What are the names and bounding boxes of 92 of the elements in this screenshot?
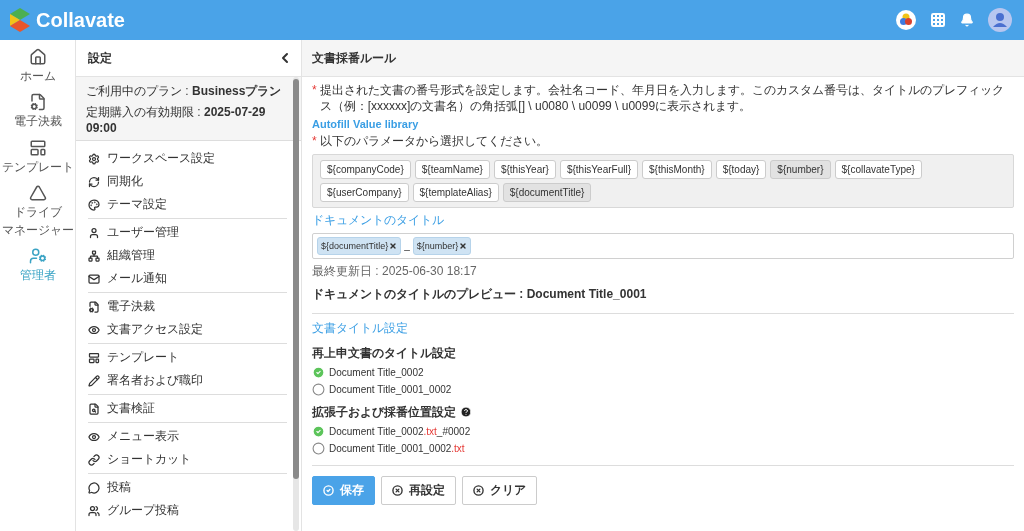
radio-unchecked-icon[interactable] [312,382,325,396]
menu-item[interactable]: グループ投稿 [88,499,287,522]
menu-item[interactable]: 文書検証 [88,397,287,420]
required-mark: * [312,134,317,150]
nav-item[interactable]: ドライブ マネージャー [1,184,74,237]
scrollbar[interactable] [293,77,299,531]
file-gear-icon [88,300,100,313]
radio-option[interactable]: Document Title_0002.txt_#0002 [312,424,1014,438]
menu-item[interactable]: メール通知 [88,267,287,290]
notice-text: 提出された文書の番号形式を設定します。会社名コード、年月日を入力します。このカスタム番号は、タイトルのプレフィックス（例：[xxxxxx]の文書名）の角括弧[] \ u0080 \ u0099 \ u0099に表示されます。 [319,83,1005,115]
eye-icon [88,323,100,336]
section-title: Autofill Value library [312,118,420,131]
updated-text: 最終更新日 : 2025-06-30 18:17 [312,262,478,280]
home-icon [28,48,47,66]
x-circle-icon [392,484,403,496]
speech-bubble-icon [88,481,100,494]
template-icon [28,138,47,157]
file-gear-icon [28,93,47,112]
user-gear-icon [28,246,47,265]
remove-icon[interactable] [459,241,468,250]
menu-item[interactable]: ショートカット [88,448,287,471]
action-button[interactable]: 再設定 [381,475,456,505]
apps-grid-icon[interactable] [930,12,946,28]
required-mark: * [312,83,317,99]
radio-checked-icon[interactable] [312,424,325,438]
menu-item[interactable]: 電子決裁 [88,295,287,318]
mail-icon [88,272,100,285]
app-logo-icon[interactable] [896,10,916,30]
nav-item[interactable]: 電子決裁 [13,93,62,129]
section-title: 文書タイトル設定 [312,319,409,337]
parameter-chip[interactable]: ${documentTitle} [502,182,592,202]
preview-text: ドキュメントのタイトルのプレビュー : Document Title_0001 [312,285,648,303]
group-title: 拡張子および採番位置設定 [312,403,456,421]
pencil-icon [88,374,100,387]
brand-name: Collavate [36,8,125,32]
hint-text: 以下のパラメータから選択してください。 [319,134,548,150]
field-label: ドキュメントのタイトル [312,211,445,229]
menu-item[interactable]: 同期化 [88,170,287,193]
menu-item[interactable]: 組織管理 [88,244,287,267]
bell-icon[interactable] [960,13,974,27]
help-icon[interactable] [460,406,472,419]
parameter-chip[interactable]: ${companyCode} [320,159,411,179]
users-icon [88,504,100,517]
sidebar-title: 設定 [88,49,112,67]
logo-icon [8,7,32,33]
parameter-chip[interactable]: ${templateAlias} [412,182,499,202]
group-title: 再上申文書のタイトル設定 [312,344,456,362]
triangle-icon [28,184,47,203]
menu-item[interactable]: ワークスペース設定 [88,147,287,170]
file-search-icon [88,402,100,415]
parameter-chip[interactable]: ${number} [770,159,831,179]
settings-icon [88,152,100,165]
parameter-chip[interactable]: ${teamName} [414,159,490,179]
parameter-chip[interactable]: ${thisYearFull} [559,159,639,179]
parameter-chip[interactable]: ${userCompany} [320,182,409,202]
title-input-field[interactable]: ${documentTitle} _ ${number} [312,232,1014,259]
expiry-text: 定期購入の有効期限 : 2025-07-29 09:00 [86,104,267,135]
menu-item[interactable]: 署名者および職印 [88,369,287,392]
menu-item[interactable]: ユーザー管理 [88,221,287,244]
eye-icon [88,430,100,443]
token-tag[interactable]: ${documentTitle} [317,236,402,255]
remove-icon[interactable] [389,241,398,250]
sync-icon [88,175,100,188]
link-icon [88,453,100,466]
menu-item[interactable]: メニュー表示 [88,425,287,448]
menu-item[interactable]: 文書アクセス設定 [88,318,287,341]
parameter-chip[interactable]: ${thisYear} [493,159,556,179]
radio-unchecked-icon[interactable] [312,441,325,455]
check-circle-icon [323,484,334,496]
parameter-chip[interactable]: ${thisMonth} [642,159,712,179]
menu-item[interactable]: 投稿 [88,476,287,499]
radio-checked-icon[interactable] [312,365,325,379]
page-title: 文書採番ルール [312,49,396,67]
nav-item[interactable]: ホーム [19,48,56,84]
palette-icon [88,198,100,211]
plan-text: ご利用中のプラン : Businessプラン [86,83,283,100]
parameter-chip[interactable]: ${today} [715,159,767,179]
token-tag[interactable]: ${number} [412,236,472,255]
user-icon [88,226,100,239]
x-circle-icon [473,484,484,496]
menu-item[interactable]: テーマ設定 [88,193,287,216]
action-button[interactable]: クリア [462,475,537,505]
separator-text: _ [404,240,410,252]
hierarchy-icon [88,249,100,262]
radio-option[interactable]: Document Title_0001_0002 [312,382,1014,396]
menu-item[interactable]: テンプレート [88,346,287,369]
avatar-icon[interactable] [988,8,1012,32]
nav-item[interactable]: テンプレート [1,138,74,175]
parameter-chip[interactable]: ${collavateType} [834,159,922,179]
radio-option[interactable]: Document Title_0001_0002.txt [312,441,1014,455]
template-icon [88,351,100,364]
radio-option[interactable]: Document Title_0002 [312,365,1014,379]
